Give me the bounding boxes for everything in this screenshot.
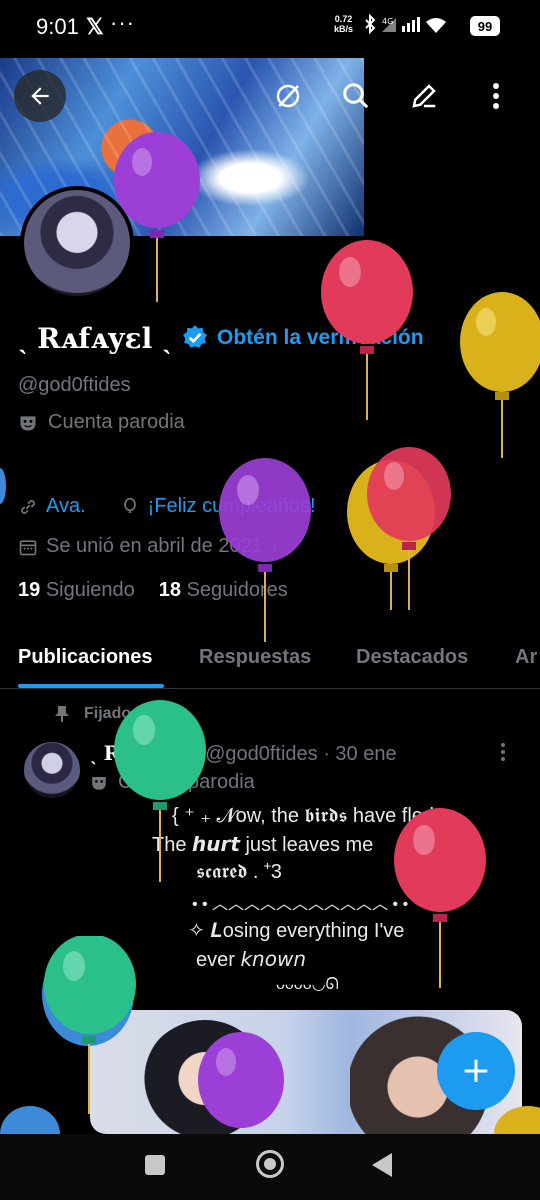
balloon-decoration xyxy=(198,1032,284,1128)
parody-text: Cuenta parodia xyxy=(48,411,185,433)
post-handle-time: @god0ftides · 30 ene xyxy=(205,743,397,765)
tab-articulos[interactable]: Ar xyxy=(515,646,537,669)
grok-button[interactable] xyxy=(262,70,314,122)
following-link[interactable]: 19 Siguiendo xyxy=(18,579,135,602)
tab-publicaciones[interactable]: Publicaciones xyxy=(18,646,153,669)
post-more-icon[interactable] xyxy=(500,742,506,768)
edit-icon xyxy=(412,84,436,108)
profile-name: ˎ Rᴀfᴀyεl ˎ xyxy=(18,322,172,355)
status-bar: 9:01 𝕏 ··· 0.72 kB/s 4G 99 xyxy=(0,0,540,52)
tab-respuestas[interactable]: Respuestas xyxy=(199,646,311,669)
search-button[interactable] xyxy=(330,70,382,122)
link-icon xyxy=(21,499,35,514)
balloon-decoration xyxy=(321,240,413,420)
post-line: ✧ 𝑳osing everything I've xyxy=(188,920,405,942)
verified-badge-icon[interactable] xyxy=(182,324,208,350)
more-button[interactable] xyxy=(470,70,522,122)
battery-indicator: 99 xyxy=(470,16,500,36)
system-navigation-bar xyxy=(0,1134,540,1200)
network-speed: 0.72 kB/s xyxy=(334,14,354,34)
signal-wifi-icons: 4G xyxy=(365,13,446,35)
balloon-decoration xyxy=(114,132,200,302)
balloon-decoration xyxy=(219,458,311,642)
profile-link[interactable]: Ava. xyxy=(46,495,86,518)
balloon-icon xyxy=(123,497,136,513)
parody-mask-icon xyxy=(20,415,36,430)
edit-profile-button[interactable] xyxy=(398,70,450,122)
post-line: 𝖘𝖈𝖆𝖗𝖊𝖉 . ⁺3 xyxy=(196,861,282,883)
balloon-decoration xyxy=(0,468,6,504)
balloon-decoration xyxy=(42,936,136,1114)
pin-icon xyxy=(55,706,69,722)
plus-icon: + xyxy=(460,1050,492,1091)
balloon-decoration xyxy=(0,1106,60,1134)
grok-icon xyxy=(276,84,300,108)
balloon-decoration xyxy=(460,292,540,458)
post-line: ever 𝘬𝘯𝘰𝘸𝘯 xyxy=(196,949,306,971)
back-arrow-icon xyxy=(31,87,49,105)
search-icon xyxy=(343,83,369,109)
x-app-icon: 𝕏 xyxy=(86,14,104,39)
calendar-icon xyxy=(19,539,37,555)
parody-mask-icon xyxy=(92,776,106,790)
active-tab-indicator xyxy=(18,684,164,688)
post-line: ᴗᴗᴗᴗ◡ᘏ xyxy=(276,976,339,993)
system-icons: 4G xyxy=(362,13,462,41)
balloon-decoration xyxy=(367,447,451,610)
status-time: 9:01 xyxy=(36,14,79,39)
recent-apps-icon[interactable] xyxy=(145,1155,165,1175)
balloon-decoration xyxy=(394,808,486,988)
compose-post-button[interactable]: + xyxy=(437,1032,515,1110)
post-avatar[interactable] xyxy=(24,742,80,798)
profile-handle: @god0ftides xyxy=(18,374,131,396)
parody-label: Cuenta parodia xyxy=(18,411,185,434)
home-icon[interactable] xyxy=(256,1150,284,1178)
balloon-decoration xyxy=(494,1106,540,1134)
system-back-icon[interactable] xyxy=(372,1153,392,1177)
tab-destacados[interactable]: Destacados xyxy=(356,646,468,669)
back-button[interactable] xyxy=(14,70,66,122)
balloon-decoration xyxy=(114,700,206,882)
more-notifications-icon: ··· xyxy=(110,10,135,35)
more-icon xyxy=(493,83,499,109)
post-line: • • ︿︿︿︿︿︿︿︿︿︿︿ • • xyxy=(192,896,409,913)
